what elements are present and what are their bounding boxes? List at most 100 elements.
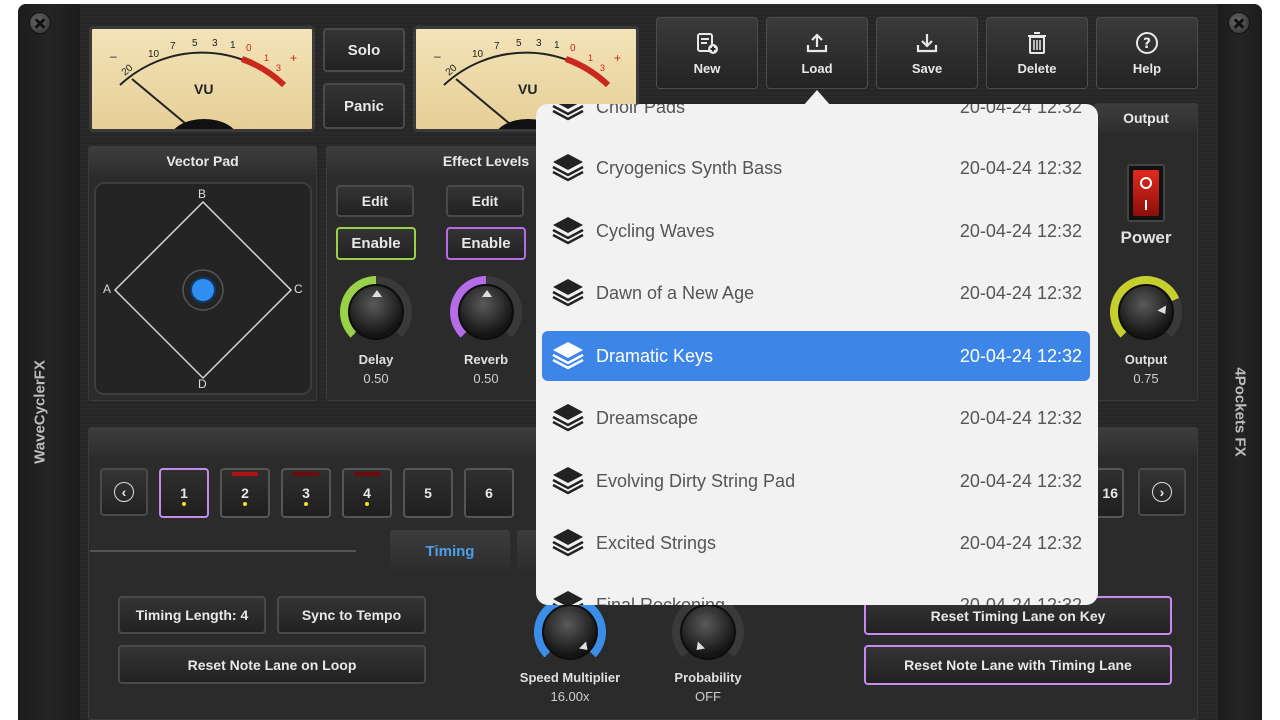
reverb-label: Reverb xyxy=(463,352,509,367)
load-button[interactable]: Load xyxy=(766,17,868,89)
power-label: Power xyxy=(1120,228,1172,247)
save-label: Save xyxy=(911,60,943,76)
output-label: Output xyxy=(1124,352,1168,367)
step-dot xyxy=(182,502,186,506)
trash-icon xyxy=(1028,31,1046,54)
speed-multiplier-knob[interactable] xyxy=(534,596,606,668)
output-knob[interactable] xyxy=(1110,276,1182,348)
panic-button[interactable]: Panic xyxy=(323,83,405,129)
step-dot xyxy=(243,502,247,506)
preset-list-item[interactable]: Choir Pads 20-04-24 12:32 xyxy=(542,104,1090,132)
timing-length-button[interactable]: Timing Length: 4 xyxy=(118,596,266,634)
vector-pad-puck[interactable] xyxy=(190,277,216,303)
step-dot xyxy=(365,502,369,506)
preset-name: Cryogenics Synth Bass xyxy=(596,157,783,178)
preset-list-item-selected[interactable]: Dramatic Keys 20-04-24 12:32 xyxy=(542,331,1090,381)
svg-text:?: ? xyxy=(1143,36,1151,52)
help-label: Help xyxy=(1132,60,1162,76)
vu-tick-label: 10 xyxy=(148,49,160,60)
sequencer-divider xyxy=(90,550,356,552)
delete-button[interactable]: Delete xyxy=(986,17,1088,89)
chevron-left-icon: ‹ xyxy=(114,482,134,502)
stack-layers-icon xyxy=(552,154,584,182)
step-button-1[interactable]: 1 xyxy=(159,468,209,518)
power-switch[interactable] xyxy=(1127,164,1165,222)
prev-step-button[interactable]: ‹ xyxy=(100,468,148,516)
preset-list-item[interactable]: Final Reckoning 20-04-24 12:32 xyxy=(542,580,1090,605)
vu-tick-label: 7 xyxy=(170,41,176,52)
corner-label-c: C xyxy=(294,282,303,296)
sync-tempo-button[interactable]: Sync to Tempo xyxy=(277,596,426,634)
preset-list-item[interactable]: Evolving Dirty String Pad 20-04-24 12:32 xyxy=(542,456,1090,506)
step-number: 3 xyxy=(302,485,310,501)
step-button-2[interactable]: 2 xyxy=(220,468,270,518)
preset-date: 20-04-24 12:32 xyxy=(959,282,1082,303)
corner-label-b: B xyxy=(198,187,207,201)
preset-date: 20-04-24 12:32 xyxy=(959,407,1082,428)
reset-note-lane-timing-button[interactable]: Reset Note Lane with Timing Lane xyxy=(864,645,1172,685)
delay-edit-button[interactable]: Edit xyxy=(336,185,414,217)
vector-pad-area[interactable]: B A C D xyxy=(94,182,312,395)
step-number: 4 xyxy=(363,485,371,501)
tab-timing[interactable]: Timing xyxy=(390,530,510,572)
preset-list-item[interactable]: Cryogenics Synth Bass 20-04-24 12:32 xyxy=(542,143,1090,193)
preset-name: Cycling Waves xyxy=(596,220,715,241)
probability-label: Probability xyxy=(674,670,742,685)
vu-tick-label: 1 xyxy=(230,40,236,51)
vu-tick-label: 0 xyxy=(570,43,576,54)
vu-tick-label: 3 xyxy=(536,38,542,49)
delay-enable-button[interactable]: Enable xyxy=(336,227,416,260)
delay-value: 0.50 xyxy=(363,371,389,386)
preset-name: Excited Strings xyxy=(596,532,717,553)
preset-date: 20-04-24 12:32 xyxy=(959,532,1082,553)
stack-layers-icon xyxy=(552,529,584,557)
preset-list-item[interactable]: Cycling Waves 20-04-24 12:32 xyxy=(542,206,1090,256)
vu-label: VU xyxy=(518,81,538,97)
knob-pointer-icon xyxy=(372,290,382,297)
vu-meter-left: – 20 10 7 5 3 1 0 1 3 + VU xyxy=(89,26,315,132)
step-number: 6 xyxy=(485,485,493,501)
screw-icon xyxy=(29,12,51,34)
step-number: 1 xyxy=(180,485,188,501)
probability-knob[interactable] xyxy=(672,596,744,668)
reset-note-lane-loop-button[interactable]: Reset Note Lane on Loop xyxy=(118,645,426,684)
step-button-3[interactable]: 3 xyxy=(281,468,331,518)
preset-date: 20-04-24 12:32 xyxy=(959,220,1082,241)
knob-pointer-icon xyxy=(578,641,592,654)
solo-button[interactable]: Solo xyxy=(323,28,405,72)
step-dot xyxy=(304,502,308,506)
screw-icon xyxy=(1228,12,1250,34)
preset-list-item[interactable]: Excited Strings 20-04-24 12:32 xyxy=(542,518,1090,568)
tab-next[interactable] xyxy=(517,530,537,572)
load-label: Load xyxy=(801,60,833,76)
vu-tick-label: 3 xyxy=(600,63,606,73)
vu-tick-label: 3 xyxy=(212,38,218,49)
vu-tick-label: 1 xyxy=(554,40,560,51)
preset-date: 20-04-24 12:32 xyxy=(959,594,1082,606)
chevron-right-icon: › xyxy=(1152,482,1172,502)
vu-tick-label: 7 xyxy=(494,41,500,52)
step-button-6[interactable]: 6 xyxy=(464,468,514,518)
delay-knob[interactable] xyxy=(340,276,412,348)
new-button[interactable]: New xyxy=(656,17,758,89)
preset-list-item[interactable]: Dreamscape 20-04-24 12:32 xyxy=(542,393,1090,443)
vu-tick-label: 1 xyxy=(264,53,270,63)
preset-list-item[interactable]: Dawn of a New Age 20-04-24 12:32 xyxy=(542,268,1090,318)
next-step-button[interactable]: › xyxy=(1138,468,1186,516)
vu-tick-label: 0 xyxy=(246,43,252,54)
delete-label: Delete xyxy=(1017,60,1057,76)
vector-pad-panel: Vector Pad B A C D xyxy=(88,146,317,401)
vu-plus-label: + xyxy=(290,51,298,65)
reverb-enable-button[interactable]: Enable xyxy=(446,227,526,260)
reverb-edit-button[interactable]: Edit xyxy=(446,185,524,217)
vu-label: VU xyxy=(194,81,214,97)
step-bar xyxy=(354,472,380,476)
step-button-5[interactable]: 5 xyxy=(403,468,453,518)
help-button[interactable]: ? Help xyxy=(1096,17,1198,89)
right-rail xyxy=(1218,4,1262,720)
step-button-4[interactable]: 4 xyxy=(342,468,392,518)
preset-name: Choir Pads xyxy=(596,104,686,117)
step-number: 5 xyxy=(424,485,432,501)
reverb-knob[interactable] xyxy=(450,276,522,348)
save-button[interactable]: Save xyxy=(876,17,978,89)
